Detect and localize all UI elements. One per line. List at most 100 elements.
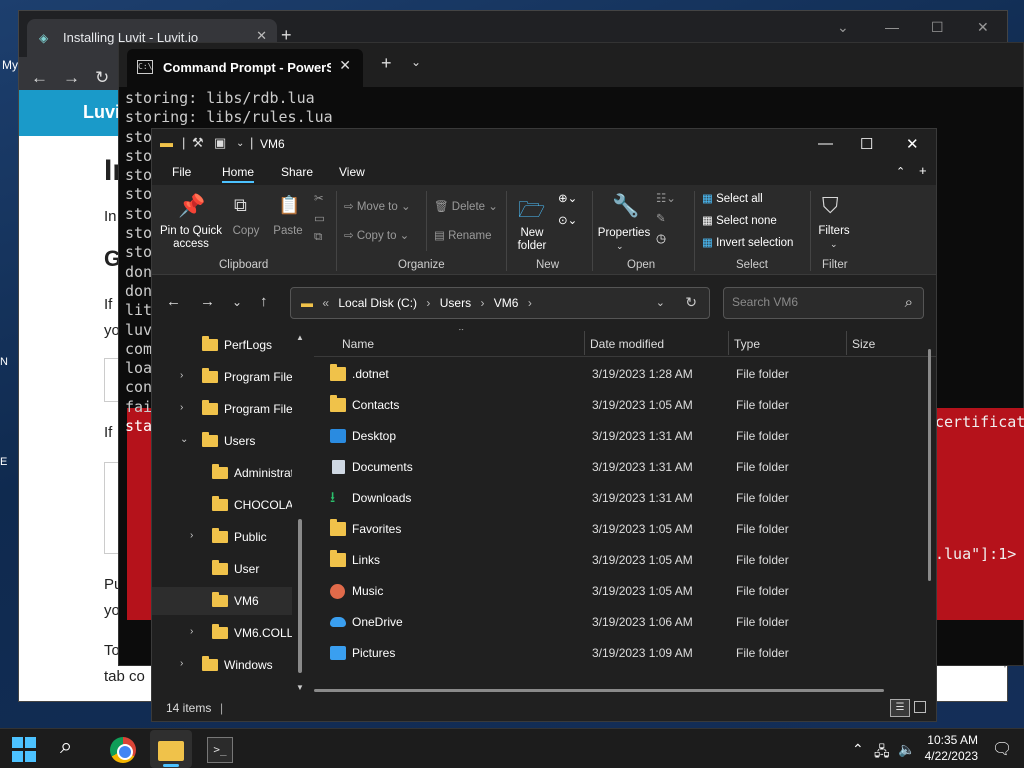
easy-access-icon[interactable]: ⊙⌄ <box>558 213 577 227</box>
terminal-tab[interactable]: C:\ Command Prompt - PowerShell ✕ <box>127 49 363 87</box>
nav-item[interactable]: CHOCOLATEY <box>152 491 292 519</box>
tab-search-icon[interactable]: ⌄ <box>837 19 849 36</box>
table-row[interactable]: Music 3/19/2023 1:05 AM File folder <box>314 576 924 607</box>
table-row[interactable]: OneDrive 3/19/2023 1:06 AM File folder <box>314 607 924 638</box>
nav-item[interactable]: › Public <box>152 523 292 551</box>
search-icon[interactable]: ⌕ <box>60 733 86 759</box>
copy-path-icon[interactable]: ▭ <box>314 211 325 225</box>
history-icon[interactable]: ◷ <box>656 231 666 245</box>
divider[interactable] <box>728 331 729 355</box>
details-view-icon[interactable]: ☰ <box>890 699 910 717</box>
chevron-right-icon[interactable]: › <box>190 626 193 637</box>
address-dropdown-icon[interactable]: ⌄ <box>656 296 665 309</box>
customize-quick-access-icon[interactable]: ⌄ <box>236 138 244 149</box>
collapse-ribbon-icon[interactable]: ⌃ <box>896 165 905 178</box>
table-row[interactable]: .dotnet 3/19/2023 1:28 AM File folder <box>314 359 924 390</box>
back-icon[interactable]: ← <box>166 293 181 310</box>
tab-view[interactable]: View <box>339 165 365 179</box>
new-tab-button[interactable]: + <box>381 53 392 74</box>
column-header-size[interactable]: Size <box>852 337 875 351</box>
chevron-right-icon[interactable]: › <box>180 658 183 669</box>
start-button[interactable] <box>12 737 38 763</box>
table-row[interactable]: Documents 3/19/2023 1:31 AM File folder <box>314 452 924 483</box>
tab-share[interactable]: Share <box>281 165 313 179</box>
column-header-date[interactable]: Date modified <box>590 337 664 351</box>
divider[interactable] <box>584 331 585 355</box>
chevron-right-icon[interactable]: › <box>190 530 193 541</box>
table-row[interactable]: Favorites 3/19/2023 1:05 AM File folder <box>314 514 924 545</box>
move-to-button[interactable]: ⇨ Move to ⌄ <box>344 199 411 213</box>
select-all-button[interactable]: ▦ Select all <box>702 191 763 205</box>
paste-shortcut-icon[interactable]: ⧉ <box>314 231 322 244</box>
invert-selection-button[interactable]: ▦ Invert selection <box>702 235 793 249</box>
chevron-right-icon[interactable]: › <box>180 370 183 381</box>
file-explorer-icon[interactable] <box>158 741 184 761</box>
forward-icon[interactable]: → <box>63 68 80 88</box>
reload-icon[interactable]: ↻ <box>95 68 109 88</box>
chevron-down-icon[interactable]: ⌄ <box>411 55 421 69</box>
close-tab-icon[interactable]: ✕ <box>339 57 351 74</box>
properties-quick-icon[interactable]: ⚒ <box>192 135 204 151</box>
table-row[interactable]: Links 3/19/2023 1:05 AM File folder <box>314 545 924 576</box>
nav-item[interactable]: VM6 <box>152 587 292 615</box>
terminal-icon[interactable]: >_ <box>207 737 233 763</box>
search-icon[interactable]: ⌕ <box>905 294 913 311</box>
minimize-icon[interactable]: — <box>885 19 899 35</box>
large-icons-view-icon[interactable] <box>914 701 926 713</box>
search-input[interactable] <box>732 295 892 309</box>
chevron-right-icon[interactable]: › <box>426 296 430 310</box>
network-icon[interactable]: 🖧 <box>874 741 890 765</box>
chrome-icon[interactable] <box>110 737 136 763</box>
minimize-icon[interactable]: — <box>818 135 833 152</box>
notifications-icon[interactable]: 🗨 <box>992 739 1012 759</box>
paste-button[interactable]: Paste <box>268 225 308 238</box>
tab-file[interactable]: File <box>172 165 191 179</box>
nav-item[interactable]: › Program Files (x86) <box>152 395 292 423</box>
up-icon[interactable]: ↑ <box>260 293 268 310</box>
copy-to-button[interactable]: ⇨ Copy to ⌄ <box>344 228 409 242</box>
nav-item[interactable]: ⌄ Users <box>152 427 292 455</box>
delete-button[interactable]: 🗑 Delete ⌄ <box>434 199 498 213</box>
chevron-down-icon[interactable]: ⌄ <box>180 434 188 445</box>
table-row[interactable]: Desktop 3/19/2023 1:31 AM File folder <box>314 421 924 452</box>
rename-button[interactable]: ▤ Rename <box>434 228 492 242</box>
nav-item[interactable]: › VM6.COLLAB <box>152 619 292 647</box>
help-icon[interactable]: + <box>919 163 927 178</box>
divider[interactable] <box>846 331 847 355</box>
new-item-icon[interactable]: ⊕⌄ <box>558 191 577 205</box>
desktop-icon-label[interactable]: My <box>2 58 18 72</box>
nav-item[interactable]: Network <box>152 683 292 687</box>
nav-item[interactable]: PerfLogs <box>152 331 292 359</box>
edit-icon[interactable]: ✎ <box>656 211 666 225</box>
close-icon[interactable]: ✕ <box>977 19 989 36</box>
table-row[interactable]: ⭳ Downloads 3/19/2023 1:31 AM File folder <box>314 483 924 514</box>
new-folder-button[interactable]: New folder <box>510 227 554 253</box>
new-folder-quick-icon[interactable]: ▣ <box>214 135 226 151</box>
overflow-icon[interactable]: « <box>322 296 329 310</box>
nav-item[interactable]: › Program Files <box>152 363 292 391</box>
select-none-button[interactable]: ▦ Select none <box>702 213 777 227</box>
desktop-icon-label-n[interactable]: N <box>0 356 18 370</box>
forward-icon[interactable]: → <box>200 293 215 310</box>
recent-locations-icon[interactable]: ⌄ <box>232 295 242 309</box>
scroll-up-icon[interactable]: ▲ <box>296 333 304 342</box>
filters-button[interactable]: Filters <box>812 225 856 238</box>
column-header-name[interactable]: Name <box>342 337 374 351</box>
chevron-right-icon[interactable]: › <box>528 296 532 310</box>
breadcrumb-vm6[interactable]: VM6 <box>494 296 519 310</box>
pin-to-quick-access-button[interactable]: Pin to Quick access <box>158 225 224 251</box>
breadcrumb-local-disk[interactable]: Local Disk (C:) <box>338 296 417 310</box>
chevron-right-icon[interactable]: › <box>480 296 484 310</box>
column-header-type[interactable]: Type <box>734 337 760 351</box>
scroll-down-icon[interactable]: ▼ <box>296 683 304 692</box>
back-icon[interactable]: ← <box>31 68 48 88</box>
breadcrumb-users[interactable]: Users <box>440 296 471 310</box>
open-icon[interactable]: ☷⌄ <box>656 191 676 205</box>
maximize-icon[interactable]: ☐ <box>931 19 944 36</box>
maximize-icon[interactable]: ☐ <box>860 135 873 153</box>
desktop-icon-label-e[interactable]: E <box>0 456 18 470</box>
page-scroll-down-icon[interactable]: ▼ <box>1000 660 1010 700</box>
nav-item[interactable]: Administrator <box>152 459 292 487</box>
nav-pane-scrollbar[interactable] <box>298 519 302 673</box>
table-row[interactable]: Contacts 3/19/2023 1:05 AM File folder <box>314 390 924 421</box>
